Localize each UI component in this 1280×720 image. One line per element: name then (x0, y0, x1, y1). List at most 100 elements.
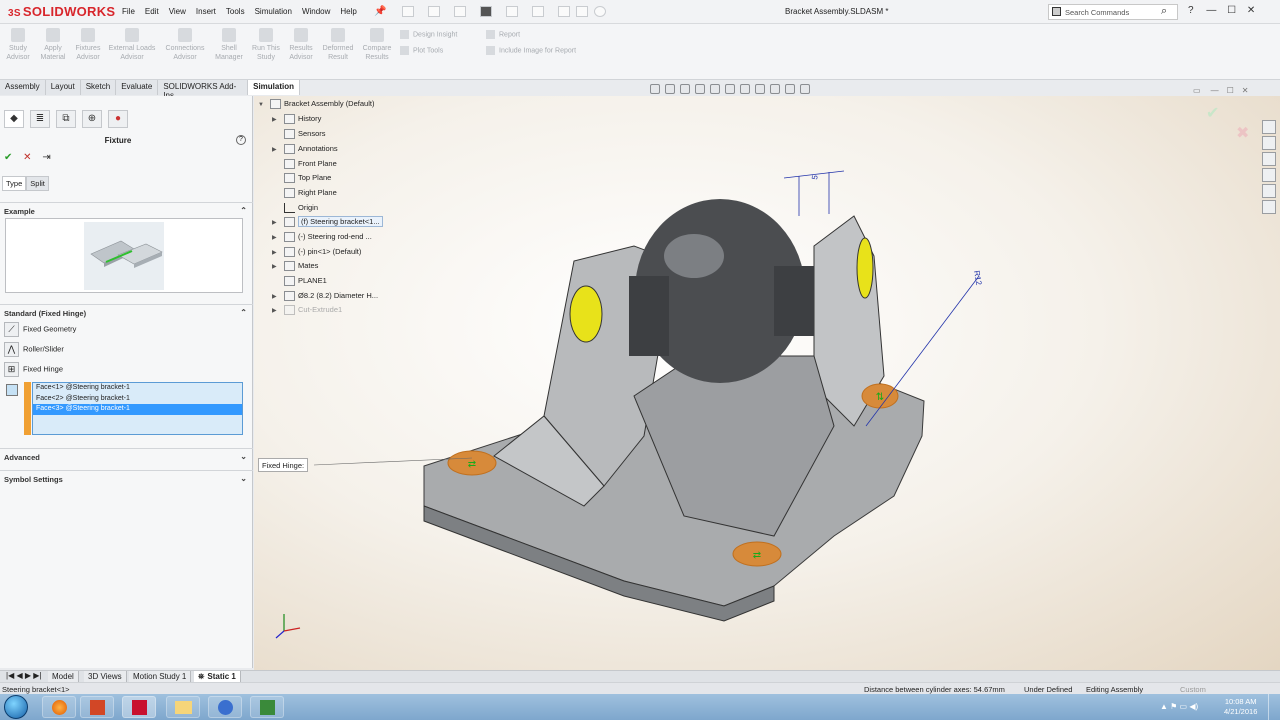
custom-properties-icon[interactable] (1262, 200, 1276, 214)
expand-arrow-icon[interactable]: ▶ (272, 146, 284, 153)
select-icon[interactable] (532, 6, 544, 17)
taskbar-clock[interactable]: 10:08 AM 4/21/2016 (1224, 697, 1257, 717)
run-this-study-button[interactable]: Run This Study (250, 28, 282, 62)
tab-split[interactable]: Split (26, 176, 49, 191)
expand-arrow-icon[interactable]: ▶ (272, 249, 284, 256)
save-icon[interactable] (454, 6, 466, 17)
maximize-viewport-icon[interactable]: ☐ (1227, 86, 1234, 95)
edit-appearance-icon[interactable] (770, 84, 780, 94)
tree-root[interactable]: ▼ Bracket Assembly (Default) (258, 99, 374, 113)
search-commands-input[interactable]: Search Commands ⌕ (1048, 4, 1178, 20)
ok-button[interactable]: ✔ (4, 152, 12, 163)
collapse-arrow-icon[interactable]: ▼ (258, 102, 270, 108)
tab-assembly[interactable]: Assembly (0, 80, 46, 95)
fixtures-advisor-button[interactable]: Fixtures Advisor (72, 28, 104, 62)
previous-view-icon[interactable] (680, 84, 690, 94)
menu-edit[interactable]: Edit (145, 7, 159, 16)
fixed-hinge-callout[interactable]: Fixed Hinge: (258, 458, 309, 472)
tab-layout[interactable]: Layout (45, 80, 81, 95)
faces-selection-list[interactable]: Face<1> @Steering bracket-1 Face<2> @Ste… (32, 382, 243, 435)
app-taskbar-icon-2[interactable] (250, 696, 284, 718)
confirm-check-icon[interactable]: ✔ (1206, 105, 1219, 122)
close-button[interactable]: ✕ (1247, 5, 1255, 16)
standard-fixed-hinge-section-header[interactable]: Standard (Fixed Hinge) ⌃ (0, 304, 253, 320)
roller-slider-option[interactable]: ⋀ Roller/Slider (4, 342, 64, 360)
menu-insert[interactable]: Insert (196, 7, 216, 16)
design-insight-button[interactable]: Design Insight (400, 30, 457, 39)
expand-arrow-icon[interactable]: ▶ (272, 293, 284, 300)
example-section-header[interactable]: Example ⌃ (0, 202, 253, 218)
tree-item-pin[interactable]: ▶ (-) pin<1> (Default) (272, 247, 361, 261)
dimxpert-manager-tab-icon[interactable]: ⊕ (82, 110, 102, 128)
minimize-viewport-icon[interactable]: — (1211, 86, 1219, 95)
view-settings-icon[interactable] (800, 84, 810, 94)
tree-item-annotations[interactable]: ▶ Annotations (272, 144, 338, 158)
list-item[interactable]: Face<2> @Steering bracket-1 (33, 394, 242, 405)
tab-type[interactable]: Type (2, 176, 27, 191)
rebuild-icon[interactable] (558, 6, 570, 17)
search-icon[interactable]: ⌕ (1161, 5, 1167, 18)
new-file-icon[interactable] (402, 6, 414, 17)
keep-visible-pin-icon[interactable]: ⇥ (42, 152, 50, 163)
maximize-button[interactable]: ☐ (1227, 5, 1236, 16)
system-tray-icons[interactable]: ▲ ⚑ ▭ ◀) (1160, 702, 1198, 711)
tree-item-mates[interactable]: ▶ Mates (272, 261, 318, 275)
tree-item-front-plane[interactable]: Front Plane (272, 159, 337, 173)
section-view-icon[interactable] (695, 84, 705, 94)
tab-evaluate[interactable]: Evaluate (116, 80, 159, 95)
powerpoint-taskbar-icon[interactable] (80, 696, 114, 718)
connections-advisor-button[interactable]: Connections Advisor (162, 28, 208, 62)
display-manager-tab-icon[interactable]: ● (108, 110, 128, 128)
graphics-area[interactable]: ⇄ ⇄ ⇅ 5 R12 ✔ ✖ (254, 96, 1280, 670)
tab-sketch[interactable]: Sketch (80, 80, 117, 95)
tab-simulation[interactable]: Simulation (248, 80, 300, 95)
dynamic-annotation-icon[interactable] (710, 84, 720, 94)
tab-scroll-arrows-icon[interactable]: |◀ ◀ ▶ ▶| (6, 671, 41, 680)
tree-item-diameter-hole[interactable]: ▶ Ø8.2 (8.2) Diameter H... (272, 291, 378, 305)
solidworks-logo[interactable]: 3S SOLIDWORKS (8, 4, 115, 19)
results-advisor-button[interactable]: Results Advisor (286, 28, 316, 62)
tab-solidworks-add-ins[interactable]: SOLIDWORKS Add-Ins (158, 80, 249, 100)
app-taskbar-icon[interactable] (208, 696, 242, 718)
apply-material-button[interactable]: Apply Material (38, 28, 68, 62)
restore-viewport-icon[interactable]: ▭ (1193, 86, 1201, 95)
dimension-r12-label[interactable]: R12 (972, 270, 984, 287)
open-file-icon[interactable] (428, 6, 440, 17)
tree-item-steering-bracket[interactable]: ▶ (f) Steering bracket<1... (272, 216, 383, 231)
help-icon[interactable]: ? (1188, 5, 1194, 16)
menu-help[interactable]: Help (340, 7, 356, 16)
fixed-geometry-option[interactable]: ⟋ Fixed Geometry (4, 322, 76, 340)
property-manager-tab-icon[interactable]: ≣ (30, 110, 50, 128)
menu-view[interactable]: View (169, 7, 186, 16)
appearances-icon[interactable] (1262, 184, 1276, 198)
compare-results-button[interactable]: Compare Results (360, 28, 394, 62)
firefox-taskbar-icon[interactable] (42, 696, 76, 718)
file-properties-icon[interactable] (576, 6, 588, 17)
external-loads-advisor-button[interactable]: External Loads Advisor (106, 28, 158, 62)
file-explorer-taskbar-icon[interactable] (166, 696, 200, 718)
tree-item-right-plane[interactable]: Right Plane (272, 188, 337, 202)
tree-item-top-plane[interactable]: Top Plane (272, 173, 331, 187)
tree-item-sensors[interactable]: Sensors (272, 129, 326, 143)
deformed-result-button[interactable]: Deformed Result (320, 28, 356, 62)
tree-item-plane1[interactable]: PLANE1 (272, 276, 327, 290)
expand-arrow-icon[interactable]: ▶ (272, 116, 284, 123)
solidworks-taskbar-icon[interactable] (122, 696, 156, 718)
expand-arrow-icon[interactable]: ▶ (272, 263, 284, 270)
pin-menu-icon[interactable]: 📌 (374, 6, 386, 17)
shell-manager-button[interactable]: Shell Manager (212, 28, 246, 62)
print-icon[interactable] (480, 6, 492, 17)
configuration-manager-tab-icon[interactable]: ⧉ (56, 110, 76, 128)
tab-model[interactable]: Model (48, 671, 79, 682)
list-item[interactable]: Face<1> @Steering bracket-1 (33, 383, 242, 394)
display-style-icon[interactable] (740, 84, 750, 94)
report-button[interactable]: Report (486, 30, 520, 39)
symbol-settings-section-header[interactable]: Symbol Settings ⌄ (0, 470, 253, 486)
options-gear-icon[interactable] (594, 6, 606, 17)
tab-motion-study-1[interactable]: Motion Study 1 (129, 671, 192, 682)
help-icon[interactable]: ? (236, 135, 246, 145)
zoom-to-fit-icon[interactable] (650, 84, 660, 94)
tree-item-steering-rod-end[interactable]: ▶ (-) Steering rod-end ... (272, 232, 372, 246)
confirm-cancel-icon[interactable]: ✖ (1236, 125, 1249, 142)
study-advisor-button[interactable]: Study Advisor (4, 28, 32, 62)
